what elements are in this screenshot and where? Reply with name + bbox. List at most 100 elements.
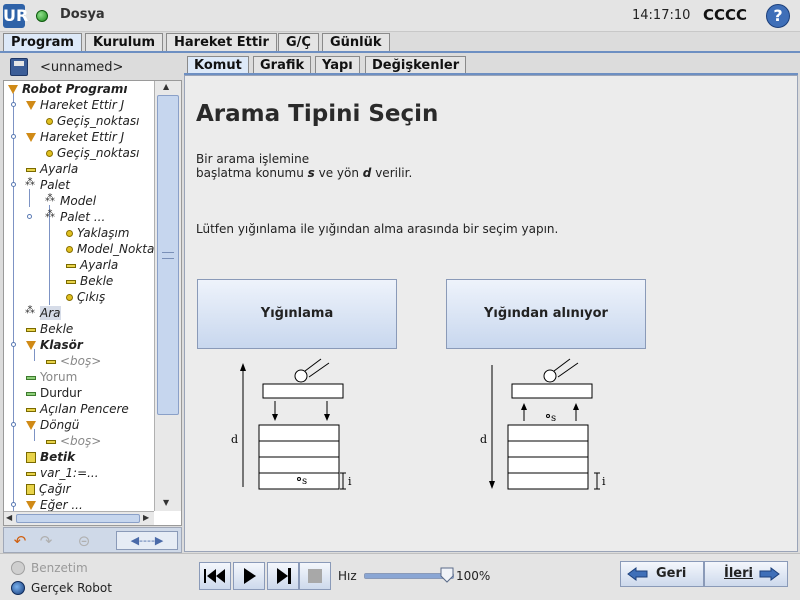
- stacking-button[interactable]: Yığınlama: [197, 279, 397, 349]
- tree-item-pattern[interactable]: Model: [45, 193, 96, 209]
- program-tree: Robot Programı Hareket Ettir J Geçiş_nok…: [3, 80, 182, 526]
- tree-item-loop[interactable]: Döngü: [26, 418, 79, 432]
- wait-icon: [66, 279, 76, 284]
- robot-name: CCCC: [703, 6, 748, 24]
- tree-item-set-2[interactable]: Ayarla: [66, 258, 118, 272]
- back-button[interactable]: Geri: [620, 561, 704, 587]
- diagram-s-label: s: [551, 413, 556, 424]
- tree-item-pallet-sequence[interactable]: Palet ...: [45, 209, 105, 225]
- diagram-d-label: d: [480, 433, 487, 446]
- real-robot-label[interactable]: Gerçek Robot: [31, 581, 112, 595]
- tree-item-seek[interactable]: Ara: [25, 305, 61, 320]
- loop-icon: [26, 421, 36, 430]
- move-node-button[interactable]: ◀----▶: [116, 531, 178, 550]
- undo-icon[interactable]: ↶: [9, 530, 31, 552]
- tree-item-pattern-point[interactable]: Model_Nokta: [66, 242, 154, 256]
- tab-log[interactable]: Günlük: [322, 33, 390, 52]
- diagram-s-label: s: [302, 476, 307, 487]
- tree-item-movej-2[interactable]: Hareket Ettir J: [26, 130, 124, 144]
- tree-item-assignment[interactable]: var_1:=...: [26, 466, 99, 480]
- tree-vertical-scrollbar[interactable]: ▲ ▼: [154, 81, 181, 511]
- scroll-left-icon[interactable]: ◀: [6, 513, 12, 522]
- tree-item-approach[interactable]: Yaklaşım: [66, 226, 130, 240]
- tree-item-if[interactable]: Eğer ...: [26, 498, 83, 511]
- move-icon: [26, 101, 36, 110]
- rewind-button[interactable]: [199, 562, 231, 590]
- tree-item-comment[interactable]: Yorum: [26, 370, 77, 384]
- next-button[interactable]: İleri: [704, 561, 788, 587]
- wait-icon: [26, 327, 36, 332]
- save-icon[interactable]: [10, 58, 28, 76]
- tree-item-set-1[interactable]: Ayarla: [26, 162, 78, 176]
- file-menu[interactable]: Dosya: [60, 7, 105, 22]
- tree-item-movej-1[interactable]: Hareket Ettir J: [26, 98, 124, 112]
- arrow-right-icon: [759, 567, 780, 581]
- stop-button[interactable]: [299, 562, 331, 590]
- tree-item-empty-2[interactable]: <boş>: [46, 434, 101, 448]
- diagram-i-label: i: [602, 475, 606, 488]
- description-line-1: Bir arama işlemine: [196, 152, 310, 166]
- tree-item-empty-1[interactable]: <boş>: [46, 354, 101, 368]
- tab-io[interactable]: G/Ç: [278, 33, 319, 52]
- tree-item-halt[interactable]: Durdur: [26, 386, 82, 400]
- bottom-bar: Benzetim Gerçek Robot Hız 100% Geri İler…: [0, 553, 800, 600]
- speed-value: 100%: [456, 569, 491, 583]
- help-icon[interactable]: ?: [766, 4, 790, 28]
- page-title: Arama Tipini Seçin: [196, 101, 439, 127]
- speed-slider-thumb[interactable]: [440, 567, 454, 583]
- tree-item-robot-program[interactable]: Robot Programı: [8, 82, 127, 96]
- play-button[interactable]: [233, 562, 265, 590]
- play-icon: [244, 568, 256, 584]
- move-icon: [26, 133, 36, 142]
- scroll-down-icon[interactable]: ▼: [163, 498, 169, 507]
- scroll-right-icon[interactable]: ▶: [143, 513, 149, 522]
- tree-toolbar: ↶ ↷ ⊝ ◀----▶: [3, 527, 182, 553]
- pattern-icon: [45, 193, 56, 207]
- description-s: s: [307, 166, 315, 180]
- tree-item-wait-1[interactable]: Bekle: [66, 274, 113, 288]
- tab-graphics[interactable]: Grafik: [253, 56, 312, 74]
- tree-item-call[interactable]: Çağır: [26, 482, 71, 496]
- comment-icon: [26, 375, 36, 380]
- tree-vertical-scroll-thumb[interactable]: [157, 95, 179, 415]
- tab-variables[interactable]: Değişkenler: [365, 56, 467, 74]
- tree-horizontal-scroll-thumb[interactable]: [16, 514, 140, 523]
- halt-icon: [26, 391, 36, 396]
- tab-program[interactable]: Program: [3, 33, 82, 52]
- redo-icon[interactable]: ↷: [35, 530, 57, 552]
- speed-label: Hız: [338, 569, 357, 583]
- command-panel: Arama Tipini Seçin Bir arama işlemine ba…: [184, 75, 798, 552]
- suppress-icon[interactable]: ⊝: [73, 530, 95, 552]
- arrow-left-icon: [627, 567, 648, 581]
- tree-item-exit[interactable]: Çıkış: [66, 290, 105, 304]
- tree-horizontal-scrollbar[interactable]: ◀ ▶: [4, 511, 154, 525]
- description-text: başlatma konumu: [196, 166, 308, 180]
- description-text: verilir.: [371, 166, 413, 180]
- simulation-radio-icon[interactable]: [11, 561, 25, 575]
- tree-item-pallet[interactable]: Palet: [25, 177, 70, 193]
- diagram-i-label: i: [348, 475, 352, 488]
- step-button[interactable]: [267, 562, 299, 590]
- waypoint-icon: [66, 294, 73, 301]
- tree-item-script[interactable]: Betik: [26, 450, 75, 464]
- simulation-label[interactable]: Benzetim: [31, 561, 88, 575]
- destacking-button[interactable]: Yığından alınıyor: [446, 279, 646, 349]
- scroll-up-icon[interactable]: ▲: [163, 82, 169, 91]
- assignment-icon: [26, 471, 36, 476]
- description-text: ve yön: [314, 166, 363, 180]
- seek-icon: [25, 305, 36, 319]
- tab-installation[interactable]: Kurulum: [85, 33, 164, 52]
- tab-structure[interactable]: Yapı: [315, 56, 360, 74]
- tab-command[interactable]: Komut: [187, 56, 249, 74]
- tree-item-wait-2[interactable]: Bekle: [26, 322, 73, 336]
- tree-item-folder[interactable]: Klasör: [26, 338, 83, 352]
- tab-move[interactable]: Hareket Ettir: [166, 33, 277, 52]
- robot-status-icon: [36, 10, 48, 22]
- waypoint-icon: [46, 118, 53, 125]
- script-icon: [26, 452, 36, 463]
- tree-item-waypoint-1[interactable]: Geçiş_noktası: [46, 114, 139, 128]
- tree-item-waypoint-2[interactable]: Geçiş_noktası: [46, 146, 139, 160]
- tree-item-popup[interactable]: Açılan Pencere: [26, 402, 129, 416]
- real-robot-radio-icon[interactable]: [11, 581, 25, 595]
- step-icon: [277, 568, 291, 584]
